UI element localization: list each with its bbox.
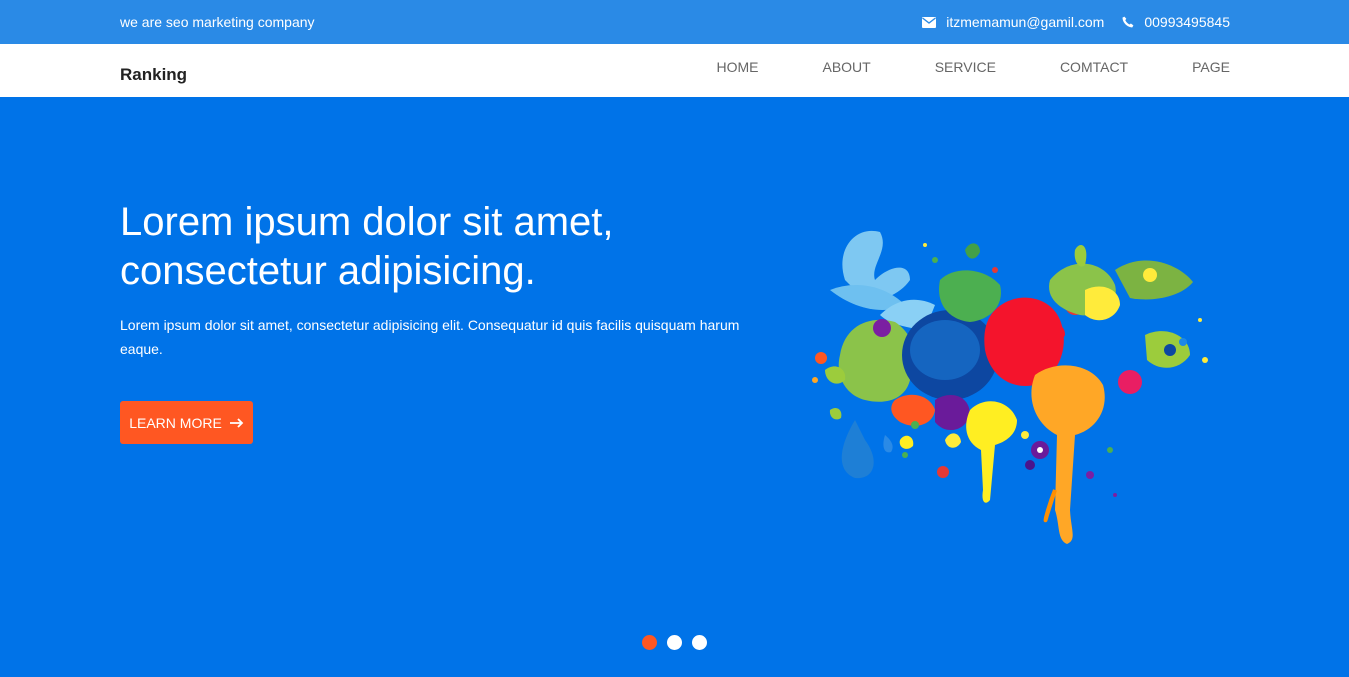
- nav-page[interactable]: PAGE: [1192, 59, 1230, 75]
- slider-dots: [642, 635, 717, 650]
- slider-dot-2[interactable]: [667, 635, 682, 650]
- arrow-right-icon: [229, 417, 244, 428]
- brand-logo[interactable]: Ranking: [120, 65, 187, 85]
- email-item[interactable]: itzmemamun@gamil.com: [922, 14, 1104, 30]
- paint-splash-image: [812, 230, 1208, 544]
- nav-contact[interactable]: COMTACT: [1060, 59, 1128, 75]
- slider-dot-3[interactable]: [692, 635, 707, 650]
- email-text[interactable]: itzmemamun@gamil.com: [946, 14, 1104, 30]
- phone-text[interactable]: 00993495845: [1144, 14, 1230, 30]
- contact-info: itzmemamun@gamil.com 00993495845: [922, 14, 1230, 30]
- nav-home[interactable]: HOME: [716, 59, 758, 75]
- learn-more-button[interactable]: LEARN MORE: [120, 401, 253, 444]
- main-navbar: Ranking HOME ABOUT SERVICE COMTACT PAGE: [0, 44, 1349, 97]
- nav-about[interactable]: ABOUT: [822, 59, 870, 75]
- top-bar: we are seo marketing company itzmemamun@…: [0, 0, 1349, 44]
- nav-service[interactable]: SERVICE: [935, 59, 996, 75]
- hero-description: Lorem ipsum dolor sit amet, consectetur …: [120, 317, 740, 357]
- envelope-icon: [922, 16, 937, 28]
- learn-more-label: LEARN MORE: [129, 414, 222, 431]
- nav-menu: HOME ABOUT SERVICE COMTACT PAGE: [716, 59, 1230, 75]
- slider-dot-1[interactable]: [642, 635, 657, 650]
- phone-item[interactable]: 00993495845: [1122, 14, 1230, 30]
- tagline: we are seo marketing company: [120, 14, 315, 30]
- hero-title: Lorem ipsum dolor sit amet, consectetur …: [120, 200, 614, 293]
- phone-icon: [1122, 16, 1134, 28]
